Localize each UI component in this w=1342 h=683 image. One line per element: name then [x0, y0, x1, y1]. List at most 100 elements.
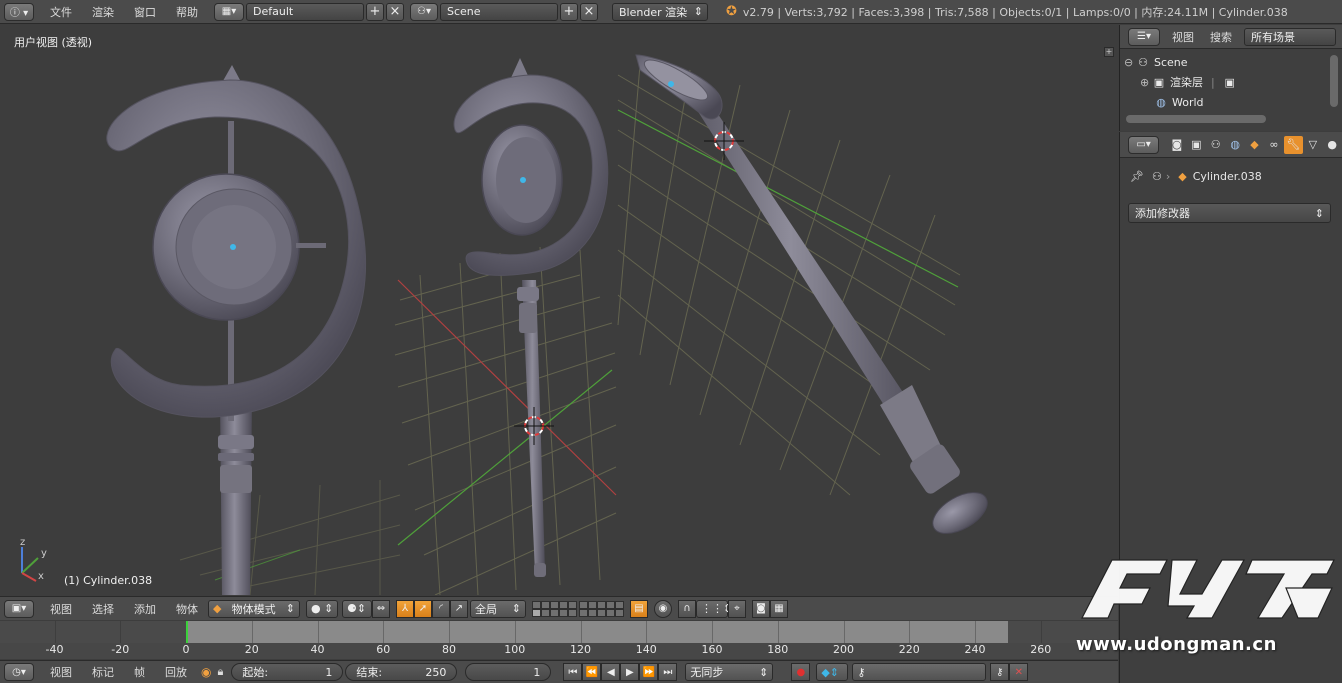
tab-constraints[interactable]: ∞ [1264, 136, 1283, 154]
auto-keying-button[interactable]: ● [791, 663, 811, 681]
collapse-icon[interactable]: ⊖ [1124, 56, 1136, 69]
scene-browse-button[interactable]: ⚇▾ [410, 2, 438, 21]
pin-icon[interactable]: 📌︎ [1130, 170, 1144, 183]
menu-file[interactable]: 文件 [40, 4, 82, 20]
outliner-vertical-scrollbar[interactable] [1330, 55, 1338, 107]
tab-modifiers[interactable]: 🔧︎ [1283, 135, 1304, 154]
layout-browse-button[interactable]: ▦▾ [214, 2, 244, 21]
timeline-tick [712, 621, 713, 643]
current-frame-cursor[interactable] [186, 621, 188, 643]
timeline-scrubber[interactable]: -40 -20 0 20 40 60 80 100 120 140 160 180 200 220 240 2… [0, 621, 1118, 659]
frame-range-area[interactable] [186, 621, 1008, 643]
gizmo-z-label: z [20, 537, 26, 548]
menu-frame[interactable]: 帧 [124, 664, 155, 680]
timeline-tick-label: 100 [504, 643, 526, 656]
updown-arrow-icon: ⇕ [285, 602, 295, 615]
tab-render[interactable]: ◙ [1167, 136, 1186, 154]
tab-material[interactable]: ● [1323, 136, 1342, 154]
timeline-tick [1040, 621, 1042, 643]
3d-view-header: ▣▾ 视图 选择 添加 物体 ◆ 物体模式 ⇕ ● ⇕ ⚈⇕ ⇔ ⅄ ➚ ◜ ↗… [0, 596, 1118, 620]
menu-object[interactable]: 物体 [166, 601, 208, 617]
scene-add-button[interactable]: + [560, 2, 578, 21]
editor-type-info-button[interactable]: ⓘ ▾ [4, 2, 34, 21]
timeline-tick-label: 260 [1030, 643, 1052, 656]
editor-type-properties-button[interactable]: ▭▾ [1128, 135, 1160, 154]
outliner-item-world[interactable]: ◍ World [1154, 92, 1203, 112]
manipulator-toggle-button[interactable]: ⅄ [396, 599, 414, 618]
layout-delete-button[interactable]: × [386, 2, 404, 21]
outliner-item-render-layers[interactable]: ⊕ ▣ 渲染层 | ▣ [1140, 72, 1241, 92]
layout-add-button[interactable]: + [366, 2, 384, 21]
transform-orientation-select[interactable]: 全局 ⇕ [470, 599, 526, 618]
editor-type-3d-button[interactable]: ▣▾ [4, 599, 34, 618]
expand-icon[interactable]: ⊕ [1140, 76, 1152, 89]
outliner-menu-view[interactable]: 视图 [1164, 29, 1202, 45]
layout-name-field[interactable]: Default [246, 2, 364, 21]
viewport-shading-select[interactable]: ● ⇕ [306, 599, 338, 618]
menu-help[interactable]: 帮助 [166, 4, 208, 20]
proportional-edit-button[interactable]: ◉ [654, 599, 672, 618]
sync-mode-select[interactable]: 无同步 ⇕ [685, 663, 774, 681]
snap-toggle-button[interactable]: ∩ [678, 599, 696, 618]
viewport-toggle-plus-icon[interactable]: + [1104, 47, 1114, 57]
layer-selector[interactable] [532, 600, 624, 617]
scale-manipulator-button[interactable]: ↗ [450, 599, 468, 618]
tab-world[interactable]: ◍ [1225, 136, 1244, 154]
jump-to-start-button[interactable]: ⏮ [563, 663, 583, 681]
menu-render[interactable]: 渲染 [82, 4, 124, 20]
transform-lock-button[interactable]: ⇔ [372, 599, 390, 618]
active-keying-set-field[interactable]: ⚷ [852, 663, 987, 681]
lock-icon[interactable]: 🔒︎ [217, 665, 223, 679]
tab-scene[interactable]: ⚇ [1206, 136, 1225, 154]
translate-manipulator-button[interactable]: ➚ [414, 599, 432, 618]
keying-set-icon: ⚷ [857, 665, 866, 679]
menu-select[interactable]: 选择 [82, 601, 124, 617]
render-engine-select[interactable]: Blender 渲染 ⇕ [612, 2, 708, 21]
outliner-menu-search[interactable]: 搜索 [1202, 29, 1240, 45]
play-reverse-button[interactable]: ◀ [601, 663, 621, 681]
interaction-mode-select[interactable]: ◆ 物体模式 ⇕ [208, 599, 300, 618]
menu-add[interactable]: 添加 [124, 601, 166, 617]
start-frame-field[interactable]: 起始: 1 [231, 663, 344, 681]
menu-playback[interactable]: 回放 [155, 664, 197, 680]
magnet-icon: ∩ [683, 603, 691, 614]
jump-next-keyframe-button[interactable]: ⏩ [639, 663, 659, 681]
proportional-circle-icon: ◉ [658, 603, 668, 614]
menu-window[interactable]: 窗口 [124, 4, 166, 20]
opengl-render-image-button[interactable]: ◙ [752, 599, 770, 618]
delete-keyframe-button[interactable]: ✕ [1009, 663, 1029, 681]
add-modifier-select[interactable]: 添加修改器 ⇕ [1128, 203, 1331, 223]
scene-name-field[interactable]: Scene [440, 2, 558, 21]
key-delete-icon: ✕ [1014, 666, 1024, 678]
outliner-horizontal-scrollbar[interactable] [1126, 115, 1266, 123]
3d-viewport[interactable]: 用户视图 (透视) z y x (1) Cylinder.038 + [0, 25, 1118, 595]
end-frame-label: 结束: [356, 666, 383, 679]
timeline-tick-label: 60 [376, 643, 391, 656]
jump-prev-keyframe-button[interactable]: ⏪ [582, 663, 602, 681]
tab-data[interactable]: ▽ [1303, 136, 1322, 154]
snap-target-button[interactable]: ⌖ [728, 599, 746, 618]
menu-marker[interactable]: 标记 [82, 664, 124, 680]
opengl-render-animation-button[interactable]: ▦ [770, 599, 788, 618]
tab-render-layers[interactable]: ▣ [1187, 136, 1206, 154]
pivot-point-select[interactable]: ⚈⇕ [342, 599, 372, 618]
outliner-item-scene[interactable]: ⊖ ⚇ Scene [1124, 52, 1188, 72]
menu-view[interactable]: 视图 [40, 601, 82, 617]
lock-camera-layers-button[interactable]: ▤ [630, 599, 648, 618]
snap-element-select[interactable]: ⋮⋮⇕ [696, 599, 732, 618]
tab-object[interactable]: ◆ [1245, 136, 1264, 154]
menu-timeline-view[interactable]: 视图 [40, 664, 82, 680]
insert-keyframe-button[interactable]: ⚷ [990, 663, 1010, 681]
outliner-display-mode-select[interactable]: 所有场景 [1244, 27, 1336, 46]
play-button[interactable]: ▶ [620, 663, 640, 681]
current-frame-field[interactable]: 1 [465, 663, 552, 681]
editor-type-outliner-button[interactable]: ☰▾ [1128, 27, 1160, 46]
rotate-manipulator-button[interactable]: ◜ [432, 599, 450, 618]
editor-type-timeline-button[interactable]: ◷▾ [4, 663, 34, 681]
keyframe-type-select[interactable]: ◆⇕ [816, 663, 849, 681]
jump-to-end-button[interactable]: ⏭ [658, 663, 678, 681]
end-frame-field[interactable]: 结束: 250 [345, 663, 458, 681]
timeline-tick-label: 180 [767, 643, 789, 656]
keying-set-icon[interactable]: ◉ [201, 665, 211, 679]
scene-delete-button[interactable]: × [580, 2, 598, 21]
